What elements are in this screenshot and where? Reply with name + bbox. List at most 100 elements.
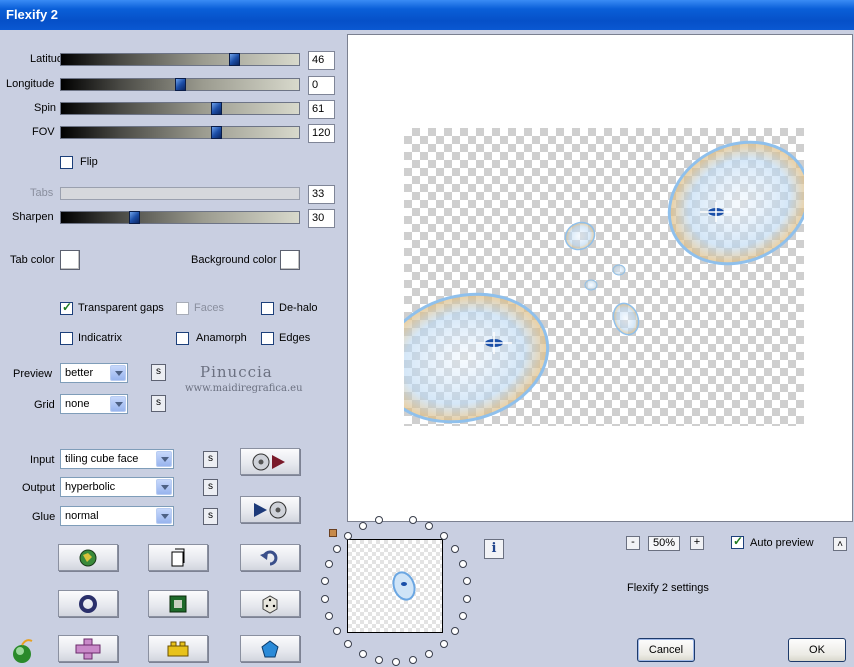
- background-color-label: Background color: [191, 254, 277, 266]
- ok-button[interactable]: OK: [788, 638, 846, 662]
- edges-checkbox[interactable]: [261, 332, 274, 345]
- fov-slider[interactable]: [60, 126, 300, 139]
- input-label: Input: [30, 454, 55, 466]
- navigator-dot[interactable]: [425, 522, 433, 530]
- cross-icon: [75, 638, 101, 659]
- input-select[interactable]: tiling cube face: [60, 449, 174, 469]
- anamorph-checkbox[interactable]: [176, 332, 189, 345]
- navigator-dot[interactable]: [463, 595, 471, 603]
- glue-s-button[interactable]: s: [203, 508, 218, 525]
- navigator-dot[interactable]: [333, 545, 341, 553]
- navigator-dot[interactable]: [333, 627, 341, 635]
- navigator-dot[interactable]: [440, 640, 448, 648]
- background-color-swatch[interactable]: [280, 250, 300, 270]
- spin-thumb[interactable]: [211, 102, 222, 115]
- output-s-button[interactable]: s: [203, 479, 218, 496]
- navigator-dot[interactable]: [459, 612, 467, 620]
- navigator-dot[interactable]: [325, 560, 333, 568]
- latitude-slider[interactable]: [60, 53, 300, 66]
- longitude-value[interactable]: 0: [308, 76, 335, 95]
- navigator-dot[interactable]: [409, 656, 417, 664]
- navigator-dot[interactable]: [440, 532, 448, 540]
- sharpen-label: Sharpen: [12, 211, 54, 223]
- de-halo-checkbox[interactable]: [261, 302, 274, 315]
- input-s-button[interactable]: s: [203, 451, 218, 468]
- indicatrix-label: Indicatrix: [78, 332, 123, 344]
- navigator-dot[interactable]: [451, 627, 459, 635]
- sharpen-value[interactable]: 30: [308, 209, 335, 228]
- navigator-dot[interactable]: [344, 532, 352, 540]
- chevron-down-icon[interactable]: [156, 451, 172, 467]
- undo-button[interactable]: [240, 544, 300, 571]
- preview-image[interactable]: [378, 128, 811, 426]
- output-select[interactable]: hyperbolic: [60, 477, 174, 497]
- square-button[interactable]: [148, 590, 208, 617]
- navigator-thumbnail[interactable]: [347, 539, 443, 633]
- navigator-handle[interactable]: [329, 529, 337, 537]
- indicatrix-checkbox[interactable]: [60, 332, 73, 345]
- anamorph-label: Anamorph: [196, 332, 247, 344]
- spin-value[interactable]: 61: [308, 100, 335, 119]
- title-bar[interactable]: Flexify 2: [0, 0, 854, 30]
- faces-label: Faces: [194, 302, 224, 314]
- sharpen-thumb[interactable]: [129, 211, 140, 224]
- brick-button[interactable]: [148, 635, 208, 662]
- transparent-gaps-label: Transparent gaps: [78, 302, 164, 314]
- latitude-thumb[interactable]: [229, 53, 240, 66]
- navigator-dot[interactable]: [321, 577, 329, 585]
- random-button[interactable]: [58, 544, 118, 571]
- spin-slider[interactable]: [60, 102, 300, 115]
- navigator-dot[interactable]: [392, 658, 400, 666]
- navigator-dot[interactable]: [375, 516, 383, 524]
- bubble-render: [378, 140, 811, 424]
- tab-color-swatch[interactable]: [60, 250, 80, 270]
- chevron-down-icon[interactable]: [156, 508, 172, 524]
- zoom-level: 50%: [648, 536, 680, 551]
- navigator-dot[interactable]: [375, 656, 383, 664]
- copy-button[interactable]: [148, 544, 208, 571]
- chevron-down-icon[interactable]: [156, 479, 172, 495]
- dice-button[interactable]: [240, 590, 300, 617]
- copy-to-input-button[interactable]: [240, 448, 300, 475]
- navigator-dot[interactable]: [459, 560, 467, 568]
- zoom-out-button[interactable]: -: [626, 536, 640, 550]
- zoom-in-button[interactable]: +: [690, 536, 704, 550]
- cross-button[interactable]: [58, 635, 118, 662]
- cancel-button[interactable]: Cancel: [637, 638, 695, 662]
- auto-preview-checkbox[interactable]: [731, 534, 744, 549]
- square-frame-icon: [169, 595, 187, 612]
- fov-thumb[interactable]: [211, 126, 222, 139]
- copy-to-output-button[interactable]: [240, 496, 300, 523]
- collapse-button[interactable]: ˄: [833, 537, 847, 551]
- flip-checkbox[interactable]: [60, 156, 73, 169]
- undo-icon: [260, 550, 278, 565]
- pentagon-button[interactable]: [240, 635, 300, 662]
- info-button[interactable]: i: [484, 539, 504, 559]
- navigator-dot[interactable]: [463, 577, 471, 585]
- longitude-slider[interactable]: [60, 78, 300, 91]
- chevron-down-icon[interactable]: [110, 396, 126, 412]
- navigator-dot[interactable]: [359, 650, 367, 658]
- navigator-dot[interactable]: [451, 545, 459, 553]
- grid-s-button[interactable]: s: [151, 395, 166, 412]
- navigator-dot[interactable]: [425, 650, 433, 658]
- navigator-dot[interactable]: [321, 595, 329, 603]
- fov-value[interactable]: 120: [308, 124, 335, 143]
- grid-select[interactable]: none: [60, 394, 128, 414]
- ring-button[interactable]: [58, 590, 118, 617]
- latitude-value[interactable]: 46: [308, 51, 335, 70]
- preview-s-button[interactable]: s: [151, 364, 166, 381]
- glue-select[interactable]: normal: [60, 506, 174, 526]
- navigator-dot[interactable]: [325, 612, 333, 620]
- chevron-down-icon[interactable]: [110, 365, 126, 381]
- tabs-label: Tabs: [30, 187, 54, 199]
- transparent-gaps-checkbox[interactable]: [60, 300, 73, 315]
- navigator-dot[interactable]: [409, 516, 417, 524]
- input-value: tiling cube face: [65, 453, 139, 465]
- navigator-dot[interactable]: [359, 522, 367, 530]
- preview-quality-select[interactable]: better: [60, 363, 128, 383]
- longitude-thumb[interactable]: [175, 78, 186, 91]
- flaming-pear-logo-icon: [13, 639, 33, 663]
- navigator-dot[interactable]: [344, 640, 352, 648]
- sharpen-slider[interactable]: [60, 211, 300, 224]
